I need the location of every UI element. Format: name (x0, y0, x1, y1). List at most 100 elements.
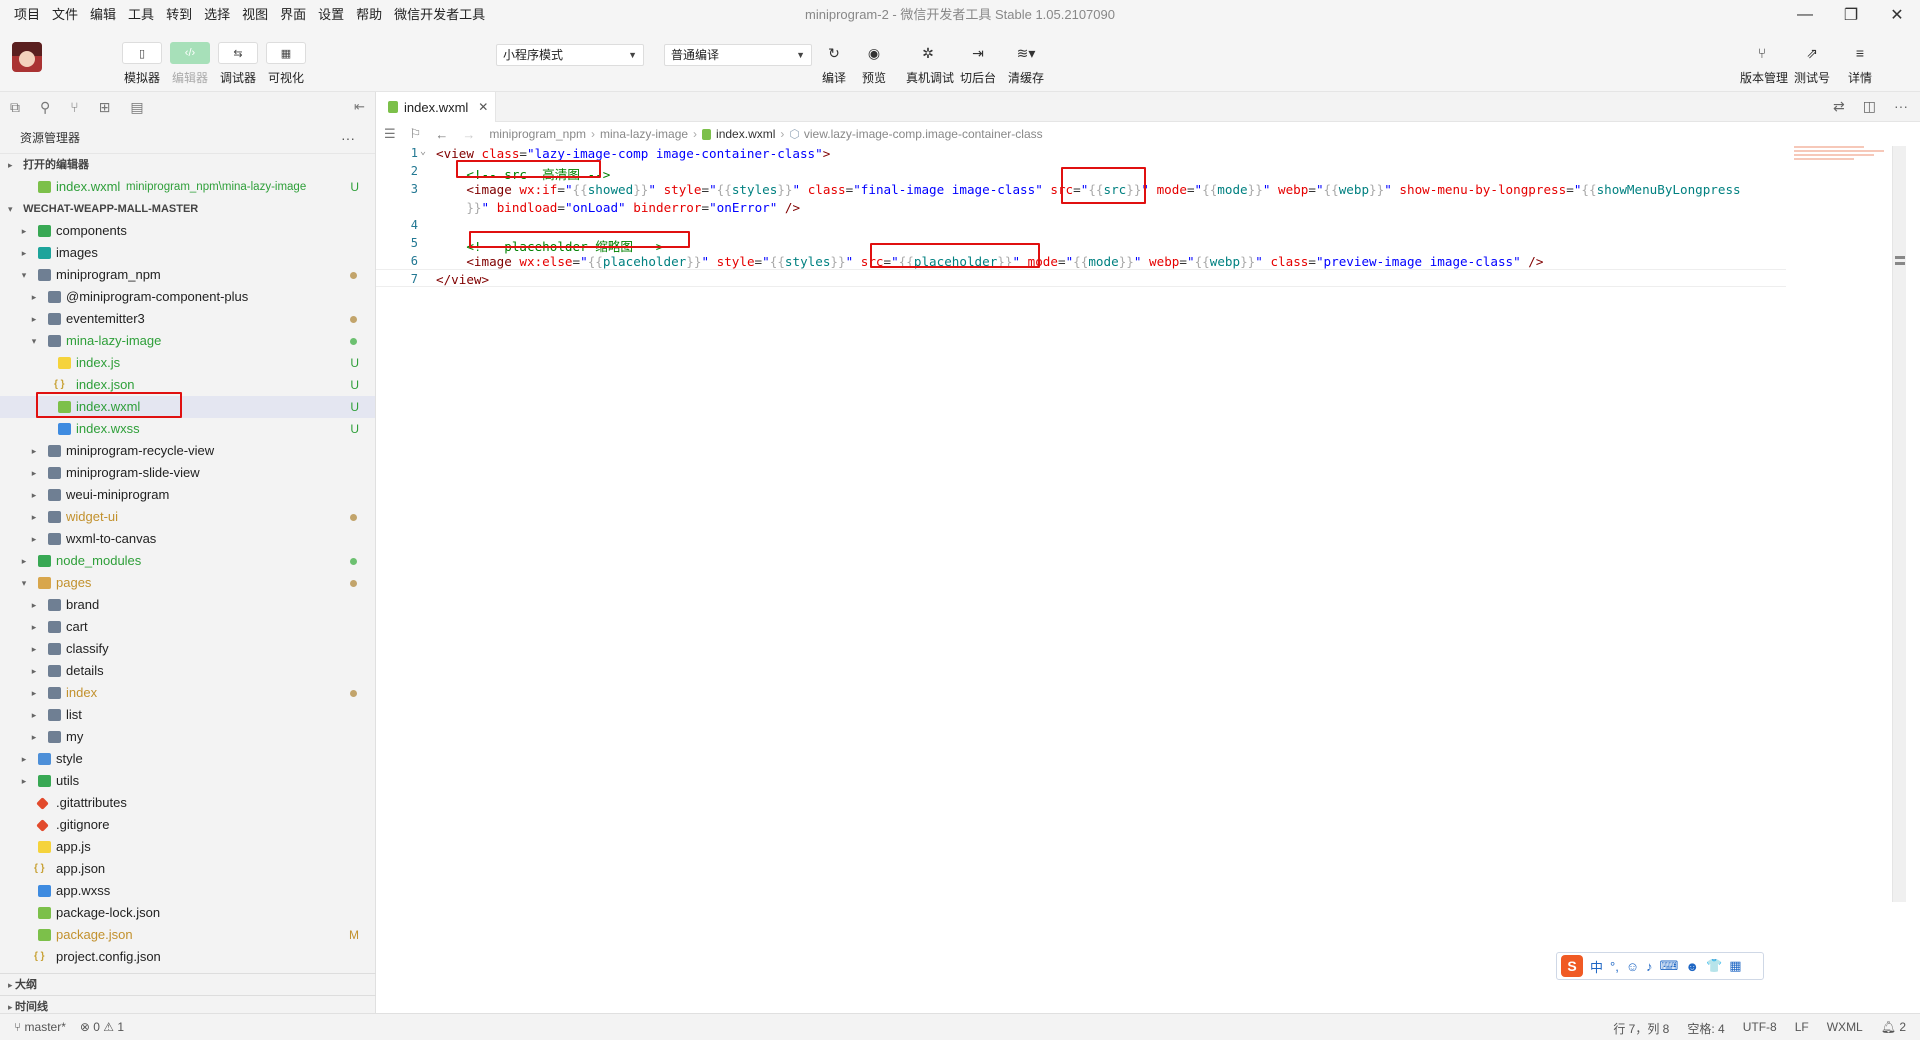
chevron-down-icon[interactable]: ▾ (28, 330, 40, 352)
file-item[interactable]: package.json M (0, 924, 375, 946)
chevron-right-icon[interactable]: ▸ (28, 506, 40, 528)
open-editors-section[interactable]: ▸ 打开的编辑器 (0, 154, 375, 176)
file-item[interactable]: { } index.json U (0, 374, 375, 396)
folder-item[interactable]: ▸ images (0, 242, 375, 264)
chevron-right-icon[interactable]: ▸ (28, 638, 40, 660)
chevron-right-icon[interactable]: ▸ (28, 528, 40, 550)
compile-select[interactable]: 普通编译 ▼ (664, 44, 812, 66)
extensions-icon[interactable]: ⊞ (99, 99, 111, 116)
compare-icon[interactable]: ⇄ (1833, 98, 1845, 115)
file-item[interactable]: app.js (0, 836, 375, 858)
folder-item[interactable]: ▸ @miniprogram-component-plus (0, 286, 375, 308)
folder-item[interactable]: ▾ miniprogram_npm (0, 264, 375, 286)
folder-item[interactable]: ▸ details (0, 660, 375, 682)
chevron-right-icon[interactable]: ▸ (28, 726, 40, 748)
cursor-position[interactable]: 行 7，列 8 (1613, 1020, 1669, 1037)
fold-icon[interactable]: ⌄ (420, 146, 426, 157)
skin-icon[interactable]: 👕 (1706, 958, 1722, 974)
file-item[interactable]: index.wxml U (0, 392, 375, 418)
breadcrumb-item[interactable]: miniprogram_npm (489, 127, 586, 141)
indentation[interactable]: 空格: 4 (1687, 1020, 1724, 1037)
emoji-icon[interactable]: ☺ (1626, 959, 1639, 974)
breadcrumb-item[interactable]: mina-lazy-image (600, 127, 688, 141)
file-item[interactable]: { } project.config.json (0, 946, 375, 968)
more-actions-icon[interactable]: ··· (1894, 98, 1908, 115)
chevron-right-icon[interactable]: ▸ (28, 704, 40, 726)
ime-language[interactable]: 中 (1590, 957, 1603, 976)
chevron-right-icon[interactable]: ▸ (28, 682, 40, 704)
more-actions-icon[interactable]: ··· (341, 122, 355, 154)
folder-item[interactable]: ▸ utils (0, 770, 375, 792)
file-item[interactable]: app.wxss (0, 880, 375, 902)
folder-item[interactable]: ▸ weui-miniprogram (0, 484, 375, 506)
tab-index-wxml[interactable]: index.wxml ✕ (376, 92, 496, 122)
language-mode[interactable]: WXML (1827, 1020, 1863, 1037)
files-icon[interactable]: ⧉ (10, 99, 20, 116)
grid-icon[interactable]: ▦ (1729, 958, 1741, 974)
folder-item[interactable]: ▾ mina-lazy-image (0, 330, 375, 352)
folder-item[interactable]: ▸ components (0, 220, 375, 242)
keyboard-icon[interactable]: ⌨ (1660, 958, 1679, 974)
maximize-button[interactable]: ❐ (1828, 0, 1874, 30)
background-button[interactable]: ⇥ 切后台 (958, 42, 998, 86)
bookmark-icon[interactable]: ⚐ (410, 126, 422, 142)
visual-button[interactable]: ▦ 可视化 (266, 42, 306, 86)
minimize-button[interactable]: — (1782, 0, 1828, 30)
avatar[interactable] (12, 42, 42, 72)
panel-icon[interactable]: ▤ (130, 99, 143, 116)
folder-item[interactable]: ▸ widget-ui (0, 506, 375, 528)
folder-item[interactable]: ▸ eventemitter3 (0, 308, 375, 330)
details-button[interactable]: ≡ 详情 (1840, 42, 1880, 86)
problems-indicator[interactable]: ⊗ 0 ⚠ 1 (80, 1020, 124, 1034)
microphone-icon[interactable]: ♪ (1646, 959, 1653, 974)
forward-arrow-icon[interactable]: → (462, 127, 475, 142)
code-editor[interactable]: 1234567 ⌄ <view class="lazy-image-comp i… (376, 146, 1906, 1013)
breadcrumb-item[interactable]: view.lazy-image-comp.image-container-cla… (804, 127, 1043, 141)
folder-item[interactable]: ▸ my (0, 726, 375, 748)
chevron-right-icon[interactable]: ▸ (28, 308, 40, 330)
folder-item[interactable]: ▸ wxml-to-canvas (0, 528, 375, 550)
folder-item[interactable]: ▸ list (0, 704, 375, 726)
chevron-right-icon[interactable]: ▸ (28, 594, 40, 616)
ime-toolbar[interactable]: S 中 °, ☺ ♪ ⌨ ☻ 👕 ▦ (1556, 952, 1764, 980)
user-icon[interactable]: ☻ (1685, 959, 1699, 974)
compile-button[interactable]: ↻ 编译 (814, 42, 854, 86)
chevron-right-icon[interactable]: ▸ (18, 220, 30, 242)
preview-button[interactable]: ◉ 预览 (854, 42, 894, 86)
folder-item[interactable]: ▸ miniprogram-slide-view (0, 462, 375, 484)
file-item[interactable]: index.js U (0, 352, 375, 374)
file-item[interactable]: index.wxss U (0, 418, 375, 440)
menu-item[interactable]: 文件 (46, 0, 84, 30)
menu-item[interactable]: 视图 (236, 0, 274, 30)
menu-item[interactable]: 帮助 (350, 0, 388, 30)
list-icon[interactable]: ☰ (384, 126, 396, 142)
folder-item[interactable]: ▸ style (0, 748, 375, 770)
git-branch[interactable]: ⑂ master* (14, 1020, 66, 1034)
split-editor-icon[interactable]: ◫ (1863, 98, 1876, 115)
ime-punctuation[interactable]: °, (1610, 959, 1619, 974)
folder-item[interactable]: ▸ node_modules (0, 550, 375, 572)
project-section[interactable]: ▾ WECHAT-WEAPP-MALL-MASTER (0, 198, 375, 220)
breadcrumb-item[interactable]: index.wxml (716, 127, 775, 141)
menu-item[interactable]: 项目 (8, 0, 46, 30)
vertical-scrollbar[interactable] (1892, 146, 1906, 902)
minimap[interactable] (1794, 146, 1890, 166)
simulator-button[interactable]: ▯ 模拟器 (122, 42, 162, 86)
collapse-sidebar-icon[interactable]: ⇤ (354, 99, 365, 115)
outline-section[interactable]: ▸ 大纲 (0, 973, 376, 995)
editor-button[interactable]: ‹/› 编辑器 (170, 42, 210, 86)
folder-item[interactable]: ▸ cart (0, 616, 375, 638)
file-item[interactable]: .gitattributes (0, 792, 375, 814)
line-ending[interactable]: LF (1795, 1020, 1809, 1037)
chevron-right-icon[interactable]: ▸ (28, 286, 40, 308)
folder-item[interactable]: ▾ pages (0, 572, 375, 594)
menu-item[interactable]: 界面 (274, 0, 312, 30)
chevron-right-icon[interactable]: ▸ (18, 550, 30, 572)
back-arrow-icon[interactable]: ← (435, 127, 448, 142)
mode-select[interactable]: 小程序模式 ▼ (496, 44, 644, 66)
menu-item[interactable]: 转到 (160, 0, 198, 30)
folder-item[interactable]: ▸ brand (0, 594, 375, 616)
encoding[interactable]: UTF-8 (1743, 1020, 1777, 1037)
file-item[interactable]: .gitignore (0, 814, 375, 836)
close-icon[interactable]: ✕ (478, 100, 488, 114)
